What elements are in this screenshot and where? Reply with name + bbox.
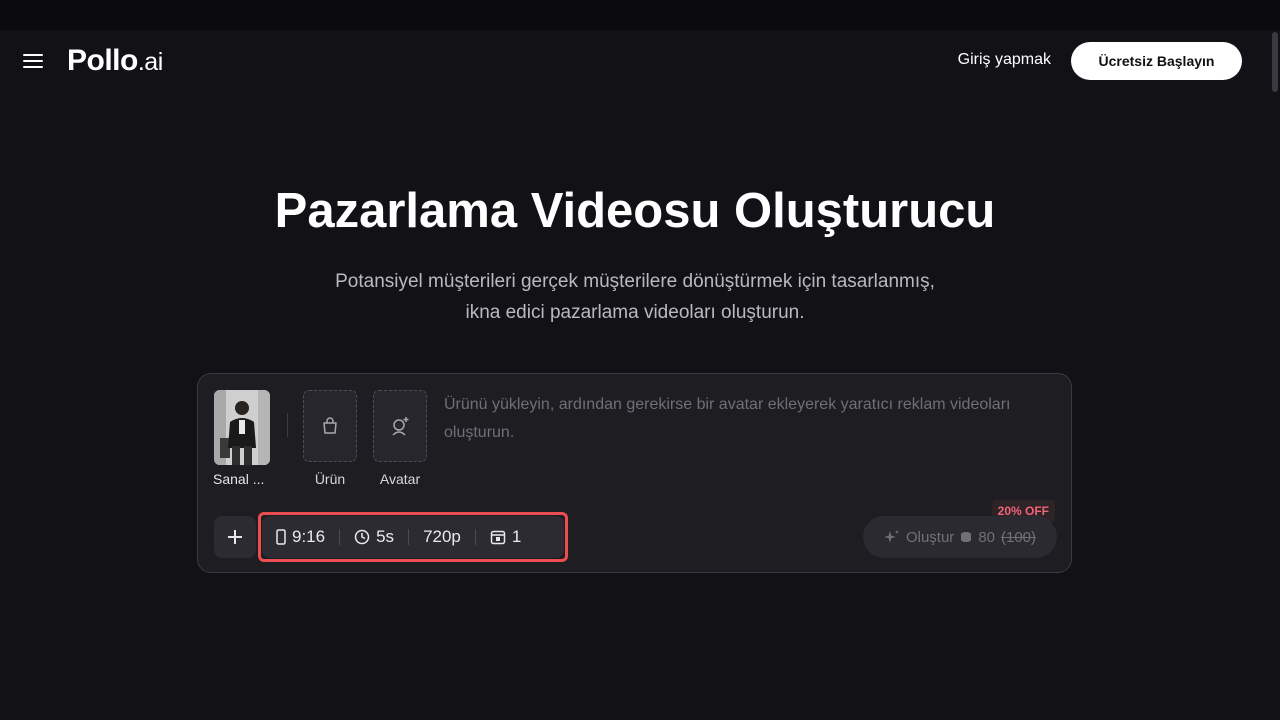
avatar-add-icon: [392, 417, 409, 436]
avatar-thumbnail-label: Sanal ...: [213, 471, 265, 487]
logo[interactable]: Pollo.ai: [67, 44, 163, 78]
clock-icon: [354, 529, 370, 545]
credit-cost: 80: [978, 528, 995, 546]
duration-option[interactable]: 5s: [340, 527, 408, 547]
logo-main: Pollo: [67, 44, 138, 77]
hamburger-menu-icon[interactable]: [22, 52, 44, 70]
start-free-button[interactable]: Ücretsiz Başlayın: [1071, 42, 1242, 80]
product-slot-label: Ürün: [314, 471, 346, 487]
aspect-ratio-option[interactable]: 9:16: [262, 527, 339, 547]
sparkle-icon: [883, 530, 899, 543]
page-subtitle: Potansiyel müşterileri gerçek müşteriler…: [0, 266, 1270, 328]
resolution-value: 720p: [423, 527, 461, 546]
plus-icon: [228, 530, 242, 544]
duration-value: 5s: [376, 527, 395, 546]
browser-top-band: [0, 0, 1280, 30]
avatar-upload-slot[interactable]: [373, 390, 427, 462]
divider: [287, 413, 288, 437]
add-button[interactable]: [214, 516, 256, 558]
logo-suffix: .ai: [137, 48, 163, 76]
shopping-bag-icon: [323, 417, 337, 434]
composer-panel: Sanal ... Ürün Avatar Ürünü yükleyin, ar…: [197, 373, 1072, 573]
prompt-input[interactable]: Ürünü yükleyin, ardından gerekirse bir a…: [444, 391, 1044, 447]
phone-portrait-icon: [276, 529, 286, 545]
generate-label: Oluştur: [905, 528, 955, 546]
login-link[interactable]: Giriş yapmak: [958, 51, 1051, 69]
credit-original: (100): [1001, 528, 1037, 546]
image-stack-icon: [490, 530, 506, 545]
avatar-slot-label: Avatar: [379, 471, 421, 487]
video-options-bar: 9:16 5s 720p 1: [262, 516, 564, 558]
subtitle-line-1: Potansiyel müşterileri gerçek müşteriler…: [335, 271, 935, 292]
scrollbar-thumb[interactable]: [1272, 32, 1278, 92]
product-upload-slot[interactable]: [303, 390, 357, 462]
person-photo-icon: [214, 390, 270, 465]
resolution-option[interactable]: 720p: [409, 527, 475, 547]
generate-button[interactable]: Oluştur 80 (100): [863, 516, 1057, 558]
count-option[interactable]: 1: [476, 527, 535, 547]
page: Pollo.ai Giriş yapmak Ücretsiz Başlayın …: [0, 30, 1280, 720]
coin-stack-icon: [961, 532, 972, 542]
aspect-ratio-value: 9:16: [292, 527, 326, 546]
count-value: 1: [511, 527, 522, 546]
subtitle-line-2: ikna edici pazarlama videoları oluşturun…: [465, 302, 805, 323]
navbar: Pollo.ai Giriş yapmak Ücretsiz Başlayın: [0, 30, 1270, 94]
virtual-avatar-thumbnail[interactable]: [214, 390, 270, 465]
page-title: Pazarlama Videosu Oluşturucu: [274, 184, 996, 238]
